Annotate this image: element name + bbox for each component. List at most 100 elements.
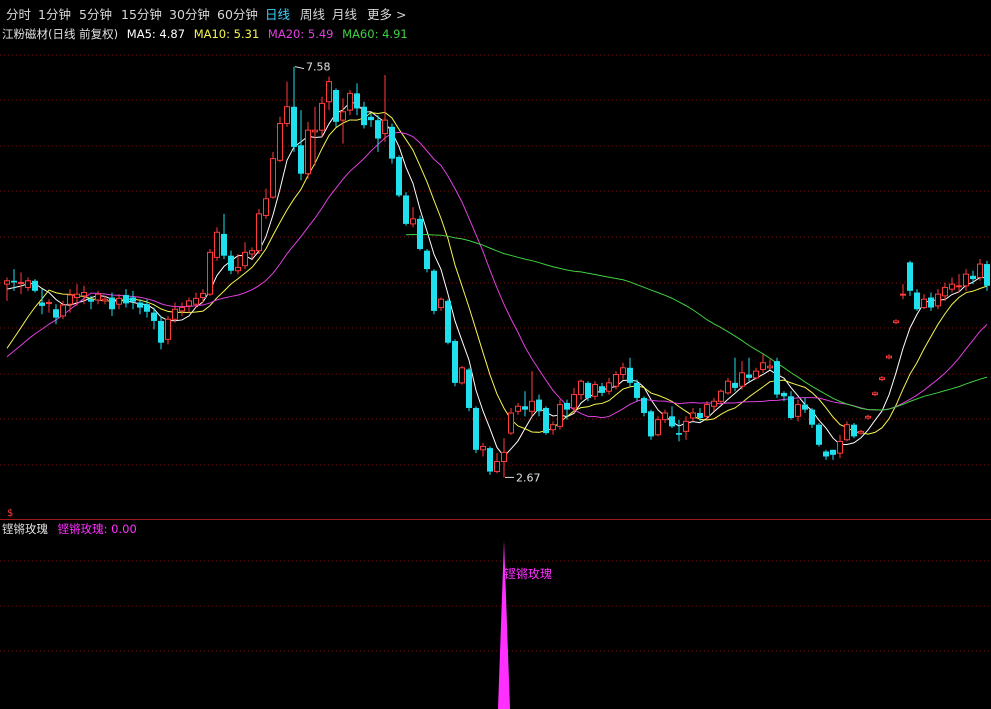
- candle-body: [53, 309, 59, 318]
- candle-body: [326, 81, 332, 103]
- candle-body: [970, 275, 976, 280]
- candle-body: [879, 377, 885, 381]
- candle-body: [606, 382, 612, 392]
- candle-body: [298, 145, 304, 174]
- signal-marker: $: [7, 508, 13, 519]
- candle-body: [627, 367, 633, 383]
- candle-body: [291, 106, 297, 147]
- candle-body: [25, 280, 31, 288]
- candle-body: [375, 120, 381, 139]
- candle-body: [907, 262, 913, 291]
- candle-body: [571, 394, 577, 409]
- candle-body: [88, 299, 94, 302]
- candle-body: [886, 355, 892, 359]
- candle-body: [809, 409, 815, 425]
- candle-body: [487, 448, 493, 472]
- candle-body: [746, 374, 752, 378]
- candle-body: [774, 361, 780, 395]
- candle-body: [900, 293, 906, 296]
- candle-body: [165, 318, 171, 340]
- candle-body: [158, 320, 164, 343]
- candle-body: [193, 297, 199, 305]
- ma10-line: [6, 111, 988, 435]
- candle-body: [802, 404, 808, 410]
- candle-body: [620, 367, 626, 375]
- candle-body: [74, 293, 80, 299]
- candle-body: [466, 369, 472, 408]
- candle-body: [438, 298, 444, 309]
- low-label: 2.67: [516, 471, 541, 484]
- candle-body: [347, 92, 353, 111]
- candle-body: [704, 404, 710, 417]
- candle-body: [361, 106, 367, 126]
- candle-body: [284, 106, 290, 124]
- candle-body: [403, 195, 409, 224]
- candle-body: [732, 382, 738, 388]
- candle-body: [977, 263, 983, 278]
- candle-body: [144, 304, 150, 312]
- candle-body: [4, 280, 10, 285]
- candle-body: [18, 281, 24, 284]
- candle-body: [67, 294, 73, 305]
- candle-body: [711, 400, 717, 407]
- candle-body: [536, 399, 542, 412]
- candle-body: [207, 251, 213, 295]
- candle-body: [718, 390, 724, 402]
- candle-body: [648, 411, 654, 437]
- candle-body: [333, 90, 339, 122]
- candle-body: [697, 412, 703, 419]
- candle-body: [921, 298, 927, 309]
- candle-body: [760, 362, 766, 370]
- candle-body: [585, 382, 591, 398]
- candle-body: [480, 445, 486, 451]
- candle-body: [851, 424, 857, 437]
- candle-body: [501, 451, 507, 463]
- candle-body: [893, 320, 899, 324]
- candle-body: [389, 126, 395, 159]
- candle-body: [613, 373, 619, 387]
- candle-body: [844, 424, 850, 441]
- candle-body: [690, 412, 696, 419]
- candle-body: [725, 380, 731, 394]
- candle-body: [445, 300, 451, 343]
- candle-body: [858, 430, 864, 434]
- candle-body: [473, 407, 479, 450]
- candle-body: [319, 102, 325, 131]
- candle-body: [60, 304, 66, 317]
- candle-body: [837, 440, 843, 454]
- candle-body: [137, 302, 143, 308]
- candle-body: [739, 372, 745, 387]
- candle-body: [368, 116, 374, 121]
- candle-body: [508, 412, 514, 434]
- kline-chart[interactable]: 7.58 2.67 铿锵玫瑰 $: [0, 0, 991, 709]
- candle-body: [830, 449, 836, 455]
- candle-body: [151, 312, 157, 321]
- candle-body: [249, 250, 255, 255]
- candle-body: [557, 404, 563, 427]
- candle-body: [130, 297, 136, 302]
- candle-body: [200, 292, 206, 299]
- candle-body: [795, 404, 801, 417]
- candle-body: [984, 264, 990, 286]
- candle-body: [116, 297, 122, 305]
- candle-body: [753, 370, 759, 379]
- candle-body: [382, 119, 388, 135]
- candle-body: [270, 158, 276, 198]
- candle-body: [242, 251, 248, 267]
- candle-body: [277, 122, 283, 161]
- candle-body: [564, 402, 570, 410]
- candle-body: [11, 280, 17, 283]
- candle-body: [599, 386, 605, 393]
- candle-body: [529, 400, 535, 412]
- candle-body: [179, 307, 185, 312]
- candle-body: [956, 285, 962, 288]
- candle-body: [221, 233, 227, 256]
- candle-body: [235, 266, 241, 272]
- candle-body: [228, 255, 234, 271]
- candle-body: [214, 231, 220, 258]
- candle-body: [683, 420, 689, 432]
- candle-body: [305, 129, 311, 175]
- candle-body: [172, 308, 178, 320]
- candle-body: [543, 407, 549, 434]
- candle-body: [655, 419, 661, 436]
